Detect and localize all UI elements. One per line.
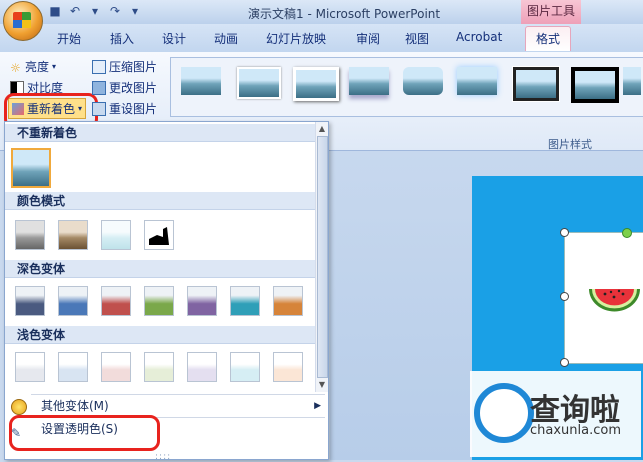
compress-pictures-button[interactable]: 压缩图片 bbox=[92, 58, 157, 75]
style-thumb[interactable] bbox=[181, 67, 221, 95]
dark-variation-swatch[interactable] bbox=[230, 286, 260, 316]
dark-variation-swatch[interactable] bbox=[187, 286, 217, 316]
change-picture-icon bbox=[92, 80, 106, 95]
customize-qat-icon[interactable]: ▾ bbox=[128, 4, 142, 18]
picture-styles-group-label: 图片样式 bbox=[548, 138, 592, 151]
chevron-down-icon: ▾ bbox=[52, 62, 57, 71]
style-thumb[interactable] bbox=[349, 67, 389, 95]
light-variation-swatch[interactable] bbox=[230, 352, 260, 382]
brand-watermark: 查询啦 chaxunla.com bbox=[470, 371, 641, 457]
office-button[interactable] bbox=[3, 1, 43, 41]
tab-format[interactable]: 格式 bbox=[525, 26, 572, 51]
undo-dropdown-icon[interactable]: ▾ bbox=[88, 4, 102, 18]
watermelon-image bbox=[589, 289, 640, 312]
dropdown-scrollbar[interactable]: ▲ ▼ bbox=[315, 122, 328, 392]
slide-editing-area: 查询啦 chaxunla.com bbox=[330, 151, 643, 460]
tab-design[interactable]: 设计 bbox=[162, 30, 186, 47]
light-variations-header: 浅色变体 bbox=[5, 326, 315, 344]
brightness-label: 亮度 bbox=[25, 60, 50, 74]
tab-acrobat[interactable]: Acrobat bbox=[456, 30, 502, 44]
resize-handle[interactable] bbox=[560, 228, 569, 237]
light-variation-swatch[interactable] bbox=[187, 352, 217, 382]
style-thumb[interactable] bbox=[237, 67, 281, 99]
tab-animation[interactable]: 动画 bbox=[214, 30, 238, 47]
scroll-up-icon[interactable]: ▲ bbox=[318, 124, 326, 133]
submenu-arrow-icon: ▶ bbox=[314, 401, 321, 411]
picture-styles-gallery bbox=[170, 57, 643, 117]
light-variation-swatch[interactable] bbox=[144, 352, 174, 382]
brand-url: chaxunla.com bbox=[530, 423, 621, 438]
style-thumb[interactable] bbox=[457, 67, 497, 95]
resize-handle[interactable] bbox=[560, 358, 569, 367]
style-thumb[interactable] bbox=[293, 67, 339, 101]
no-recolor-swatch[interactable] bbox=[11, 148, 51, 188]
brand-logo-icon bbox=[474, 383, 534, 443]
tab-insert[interactable]: 插入 bbox=[110, 30, 134, 47]
more-variations-label: 其他变体(M) bbox=[41, 399, 109, 413]
washout-swatch[interactable] bbox=[101, 220, 131, 250]
scroll-down-icon[interactable]: ▼ bbox=[318, 380, 326, 389]
light-variation-swatch[interactable] bbox=[58, 352, 88, 382]
tab-home[interactable]: 开始 bbox=[57, 30, 81, 47]
change-picture-button[interactable]: 更改图片 bbox=[92, 79, 157, 96]
ribbon-tabs: 开始 插入 设计 动画 幻灯片放映 审阅 视图 Acrobat 格式 bbox=[0, 24, 643, 52]
highlight-oval bbox=[9, 415, 160, 451]
rotate-handle[interactable] bbox=[622, 228, 632, 238]
resize-grip[interactable]: :::: bbox=[155, 452, 171, 462]
change-picture-label: 更改图片 bbox=[109, 81, 158, 95]
light-variation-swatch[interactable] bbox=[273, 352, 303, 382]
dark-variation-swatch[interactable] bbox=[58, 286, 88, 316]
redo-icon[interactable]: ↷ bbox=[108, 4, 122, 18]
resize-handle[interactable] bbox=[560, 292, 569, 301]
dark-variation-swatch[interactable] bbox=[101, 286, 131, 316]
dark-variation-swatch[interactable] bbox=[144, 286, 174, 316]
picture-tools-label: 图片工具 bbox=[521, 0, 581, 24]
window-title: 演示文稿1 - Microsoft PowerPoint bbox=[248, 7, 441, 21]
compress-icon bbox=[92, 59, 106, 74]
recolor-dropdown: 不重新着色 颜色模式 深色变体 浅色变体 ▲ ▼ 其他变体(M) ▶ ✎ 设置透… bbox=[4, 121, 329, 462]
no-recolor-header: 不重新着色 bbox=[5, 124, 315, 142]
quick-access-toolbar: ■ ↶ ▾ ↷ ▾ bbox=[48, 4, 142, 18]
title-bar: ■ ↶ ▾ ↷ ▾ 演示文稿1 - Microsoft PowerPoint 图… bbox=[0, 0, 643, 24]
sepia-swatch[interactable] bbox=[58, 220, 88, 250]
palette-icon bbox=[11, 399, 27, 415]
save-icon[interactable]: ■ bbox=[48, 4, 62, 18]
brightness-button[interactable]: ☼ 亮度 ▾ bbox=[10, 58, 56, 75]
color-modes-header: 颜色模式 bbox=[5, 192, 315, 210]
black-white-preview bbox=[149, 227, 169, 245]
tab-slideshow[interactable]: 幻灯片放映 bbox=[266, 30, 326, 47]
style-thumb[interactable] bbox=[571, 67, 619, 103]
undo-icon[interactable]: ↶ bbox=[68, 4, 82, 18]
style-thumb[interactable] bbox=[623, 67, 641, 95]
black-white-swatch[interactable] bbox=[144, 220, 174, 250]
tab-view[interactable]: 视图 bbox=[405, 30, 429, 47]
dark-variation-swatch[interactable] bbox=[15, 286, 45, 316]
compress-label: 压缩图片 bbox=[109, 60, 158, 74]
scroll-thumb[interactable] bbox=[317, 136, 328, 378]
dark-variations-header: 深色变体 bbox=[5, 260, 315, 278]
dark-variation-swatch[interactable] bbox=[273, 286, 303, 316]
reset-picture-label: 重设图片 bbox=[109, 102, 158, 116]
selected-picture[interactable] bbox=[564, 232, 643, 364]
grayscale-swatch[interactable] bbox=[15, 220, 45, 250]
light-variation-swatch[interactable] bbox=[15, 352, 45, 382]
brightness-icon: ☼ bbox=[10, 60, 21, 75]
office-logo-icon bbox=[13, 12, 31, 28]
style-thumb[interactable] bbox=[403, 67, 443, 95]
style-thumb[interactable] bbox=[512, 66, 560, 102]
light-variation-swatch[interactable] bbox=[101, 352, 131, 382]
reset-picture-button[interactable]: 重设图片 bbox=[92, 100, 157, 117]
reset-picture-icon bbox=[92, 101, 106, 116]
tab-review[interactable]: 审阅 bbox=[356, 30, 380, 47]
more-variations-item[interactable]: 其他变体(M) ▶ bbox=[5, 395, 327, 417]
